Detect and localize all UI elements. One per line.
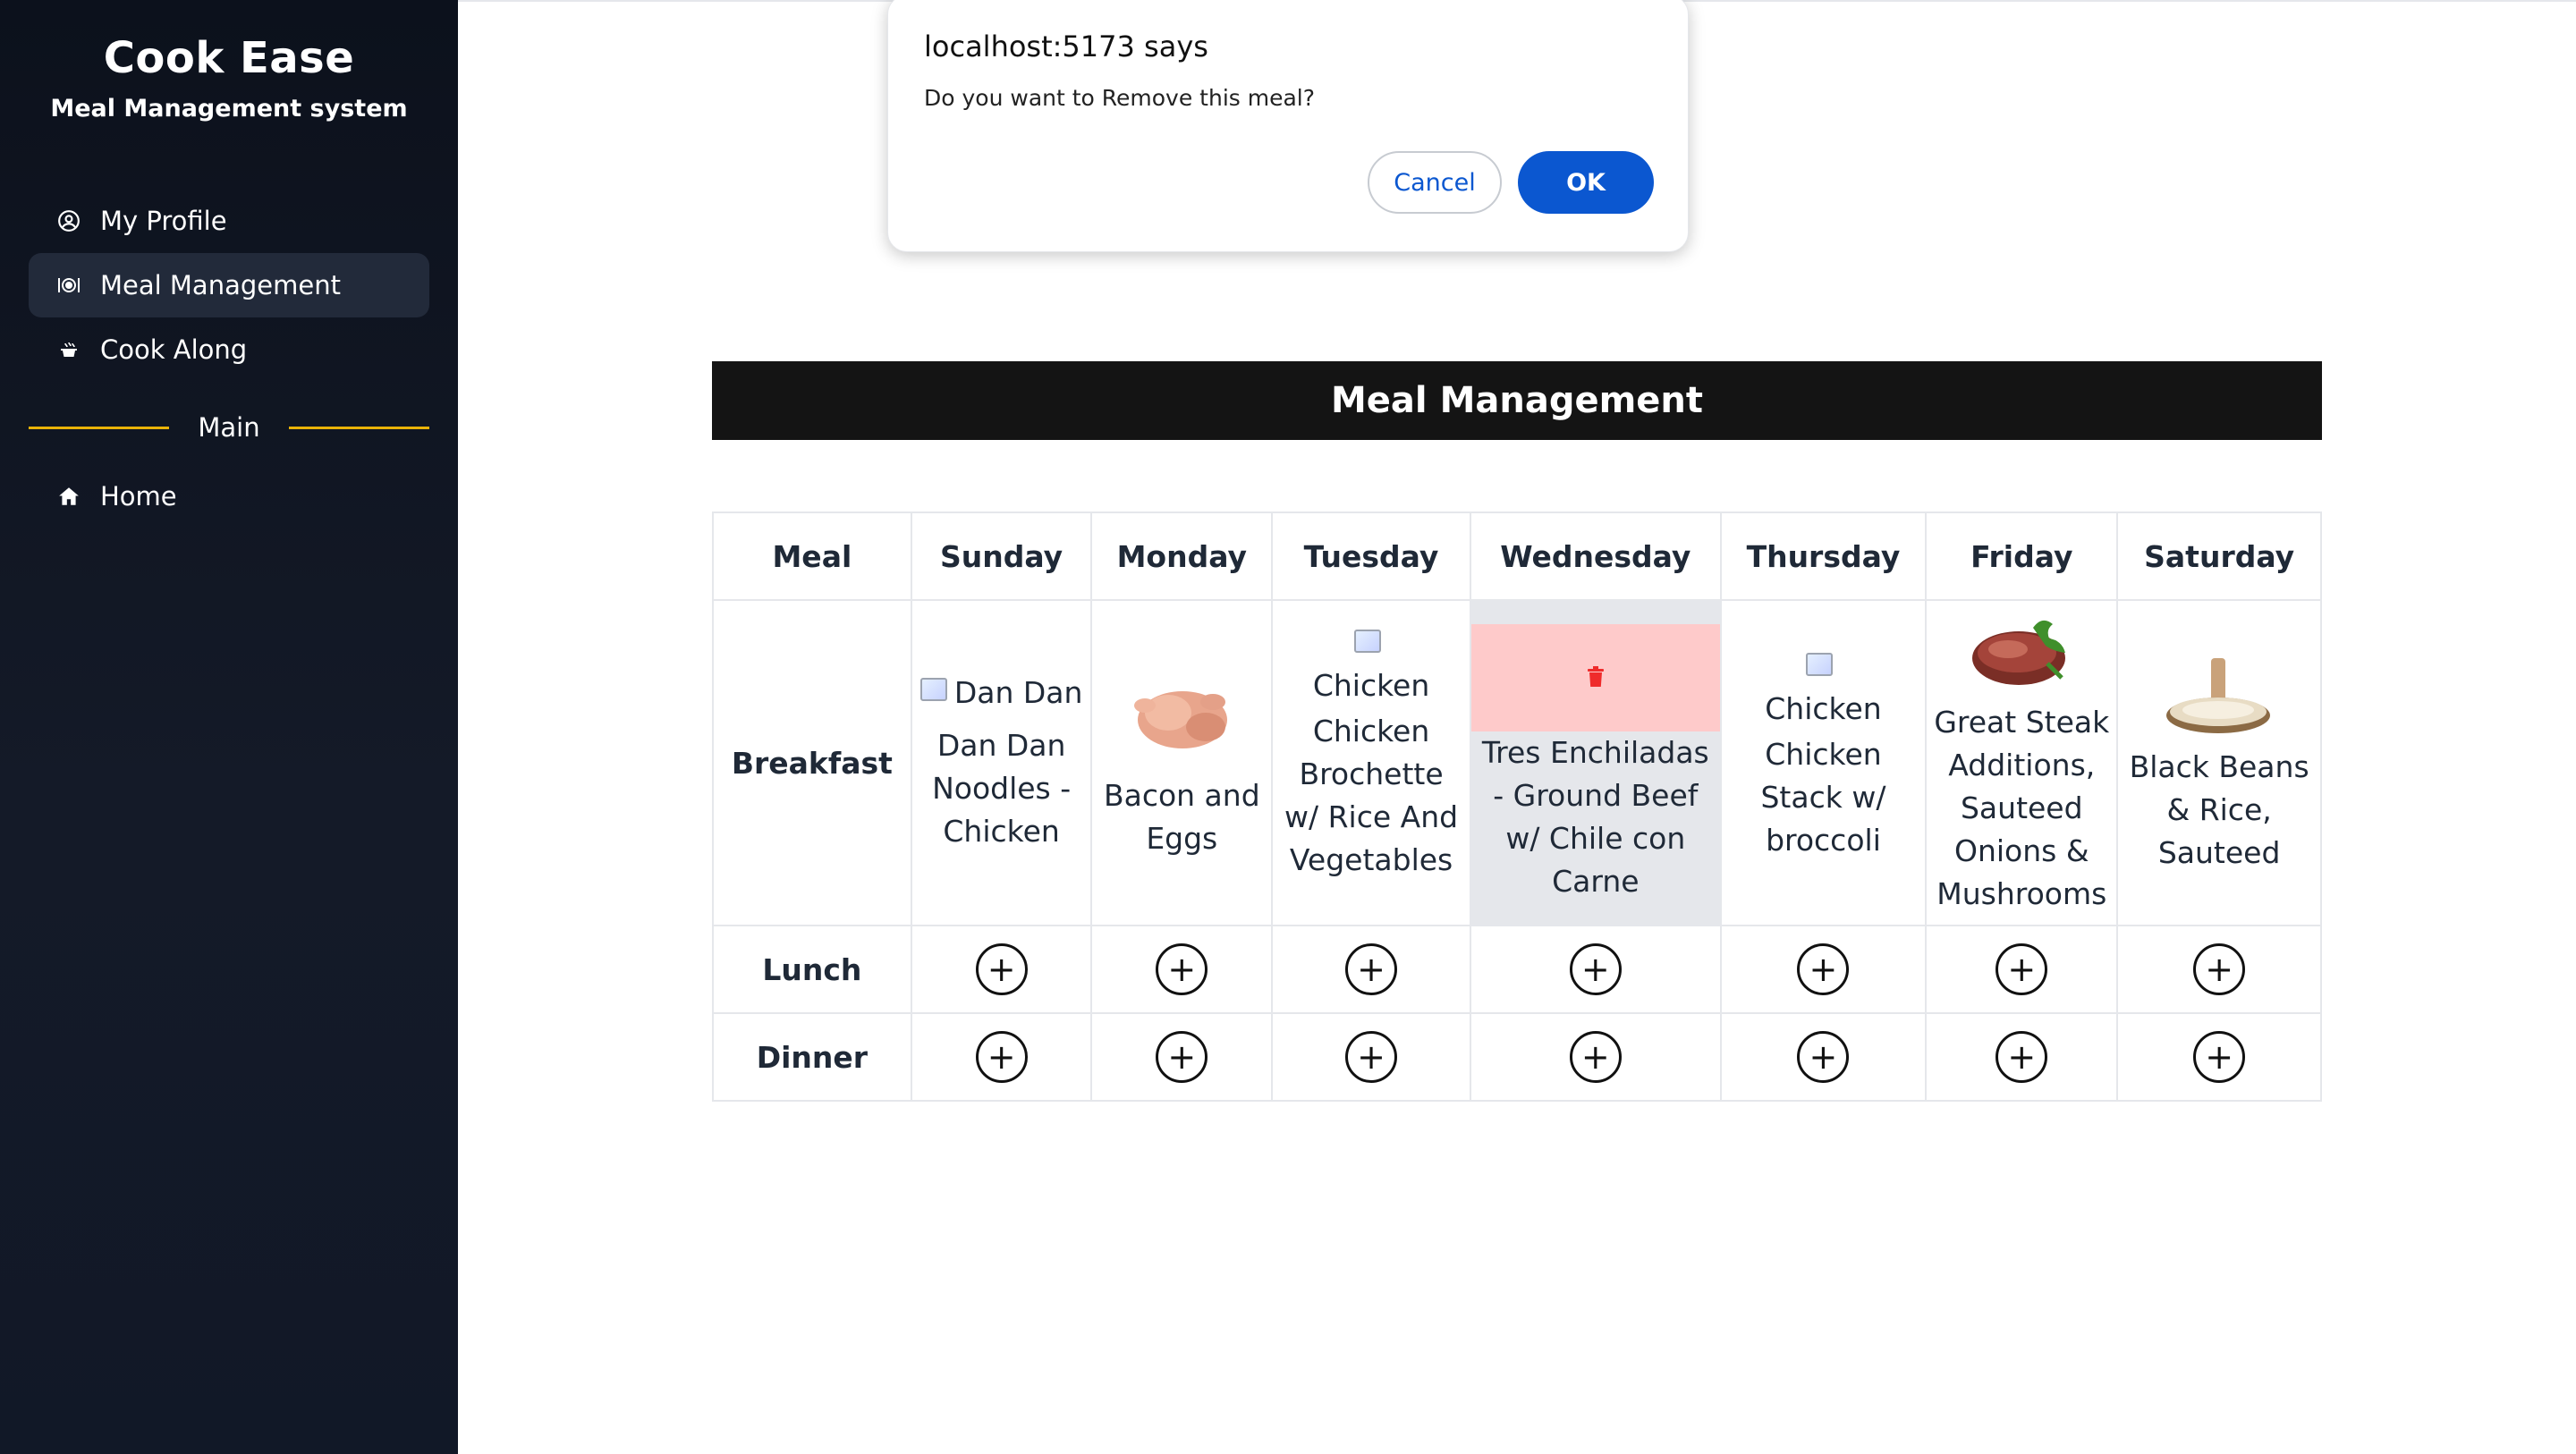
- dinner-cell-tuesday: +: [1271, 1012, 1471, 1102]
- meal-cell-sunday-breakfast[interactable]: Dan Dan Dan Dan Noodles - Chicken: [910, 599, 1093, 926]
- lunch-cell-saturday: +: [2116, 925, 2322, 1014]
- meal-cell-tuesday-breakfast[interactable]: Chicken Brochett Chicken Brochette w/ Ri…: [1271, 599, 1471, 926]
- sidebar-nav: My Profile Meal Management Cook Along: [0, 189, 458, 382]
- lunch-cell-thursday: +: [1719, 925, 1928, 1014]
- meal-plan-table: Meal Sunday Monday Tuesday Wednesday Thu…: [712, 511, 2322, 1102]
- dinner-cell-saturday: +: [2116, 1012, 2322, 1102]
- dialog-title: localhost:5173 says: [924, 30, 1208, 63]
- brand-title: Cook Ease: [103, 33, 355, 83]
- add-meal-button[interactable]: +: [1345, 1031, 1398, 1083]
- row-label-dinner: Dinner: [712, 1012, 912, 1102]
- meal-name: Great Steak Additions, Sauteed Onions & …: [1934, 705, 2110, 911]
- dinner-cell-thursday: +: [1719, 1012, 1928, 1102]
- broken-image-icon: [919, 678, 947, 701]
- sidebar-item-label: Cook Along: [100, 334, 248, 365]
- ok-button[interactable]: OK: [1518, 151, 1654, 214]
- row-label-lunch: Lunch: [712, 925, 912, 1014]
- add-meal-button[interactable]: +: [975, 943, 1028, 995]
- pot-icon: [55, 336, 82, 363]
- dinner-cell-sunday: +: [910, 1012, 1093, 1102]
- add-meal-button[interactable]: +: [1156, 943, 1208, 995]
- row-label-breakfast: Breakfast: [712, 599, 912, 926]
- remove-meal-button[interactable]: [1470, 624, 1720, 731]
- meal-name: Chicken Brochette w/ Rice And Vegetables: [1284, 714, 1459, 877]
- lunch-cell-wednesday: +: [1469, 925, 1722, 1014]
- column-header-sunday: Sunday: [910, 511, 1093, 601]
- add-meal-button[interactable]: +: [1156, 1031, 1208, 1083]
- sidebar-item-label: Meal Management: [100, 270, 341, 300]
- sidebar-main-nav: Home: [0, 464, 458, 528]
- add-meal-button[interactable]: +: [1345, 943, 1398, 995]
- column-header-wednesday: Wednesday: [1469, 511, 1722, 601]
- section-divider: Main: [0, 403, 458, 452]
- lunch-cell-tuesday: +: [1271, 925, 1471, 1014]
- divider-line: [288, 426, 430, 429]
- meal-name: Tres Enchiladas - Ground Beef w/ Chile c…: [1481, 735, 1709, 899]
- brand-subtitle: Meal Management system: [50, 95, 408, 123]
- plate-icon: [55, 272, 82, 299]
- table-header-row: Meal Sunday Monday Tuesday Wednesday Thu…: [712, 511, 2322, 601]
- trash-icon: [1587, 656, 1605, 699]
- table-row-breakfast: Breakfast Dan Dan Dan Dan Noodles - Chic…: [712, 599, 2322, 926]
- meal-cell-saturday-breakfast[interactable]: Black Beans & Rice, Sauteed: [2116, 599, 2322, 926]
- column-header-friday: Friday: [1925, 511, 2119, 601]
- page-title: Meal Management: [712, 361, 2322, 440]
- meal-cell-monday-breakfast[interactable]: Bacon and Eggs: [1090, 599, 1274, 926]
- column-header-meal: Meal: [712, 511, 912, 601]
- add-meal-button[interactable]: +: [2193, 1031, 2246, 1083]
- sidebar-item-home[interactable]: Home: [29, 464, 429, 528]
- column-header-monday: Monday: [1090, 511, 1274, 601]
- divider-line: [29, 426, 170, 429]
- chicken-photo: [1097, 665, 1266, 764]
- dinner-cell-friday: +: [1925, 1012, 2119, 1102]
- add-meal-button[interactable]: +: [1569, 943, 1622, 995]
- add-meal-button[interactable]: +: [1996, 1031, 2048, 1083]
- column-header-tuesday: Tuesday: [1271, 511, 1471, 601]
- meal-cell-friday-breakfast[interactable]: Great Steak Additions, Sauteed Onions & …: [1925, 599, 2119, 926]
- home-icon: [55, 483, 82, 510]
- add-meal-button[interactable]: +: [1569, 1031, 1622, 1083]
- meal-name: Dan Dan Noodles - Chicken: [932, 728, 1072, 849]
- sidebar-item-cook-along[interactable]: Cook Along: [29, 317, 429, 382]
- brand: Cook Ease Meal Management system: [0, 32, 458, 123]
- column-header-saturday: Saturday: [2116, 511, 2322, 601]
- cancel-button[interactable]: Cancel: [1368, 151, 1502, 214]
- meal-image-broken: Dan Dan: [918, 672, 1086, 714]
- sidebar-item-label: Home: [100, 481, 177, 511]
- broken-image-icon: [1354, 630, 1382, 653]
- meal-name: Black Beans & Rice, Sauteed: [2129, 749, 2309, 870]
- sidebar-item-label: My Profile: [100, 206, 227, 236]
- dinner-cell-wednesday: +: [1469, 1012, 1722, 1102]
- sidebar-item-my-profile[interactable]: My Profile: [29, 189, 429, 253]
- meal-image-broken: Chicken Brochett: [1278, 624, 1464, 710]
- add-meal-button[interactable]: +: [1797, 1031, 1850, 1083]
- add-meal-button[interactable]: +: [1996, 943, 2048, 995]
- broken-image-icon: [1806, 653, 1834, 676]
- rice-bowl-photo: [2123, 651, 2315, 740]
- sidebar-item-meal-management[interactable]: Meal Management: [29, 253, 429, 317]
- dinner-cell-monday: +: [1090, 1012, 1274, 1102]
- column-header-thursday: Thursday: [1719, 511, 1928, 601]
- lunch-cell-friday: +: [1925, 925, 2119, 1014]
- sidebar: Cook Ease Meal Management system My Prof…: [0, 0, 458, 1454]
- steak-photo: [1932, 610, 2111, 696]
- dialog-message: Do you want to Remove this meal?: [924, 85, 1316, 111]
- lunch-cell-sunday: +: [910, 925, 1093, 1014]
- user-circle-icon: [55, 207, 82, 234]
- table-row-dinner: Dinner + + + + + + +: [712, 1012, 2322, 1102]
- table-row-lunch: Lunch + + + + + + +: [712, 925, 2322, 1014]
- meal-image-broken: Chicken Stack w/: [1727, 647, 1920, 733]
- add-meal-button[interactable]: +: [2193, 943, 2246, 995]
- meal-cell-wednesday-breakfast[interactable]: Tres Enchiladas - Ground Beef w/ Chile c…: [1469, 599, 1722, 926]
- meal-cell-thursday-breakfast[interactable]: Chicken Stack w/ Chicken Stack w/ brocco…: [1719, 599, 1928, 926]
- lunch-cell-monday: +: [1090, 925, 1274, 1014]
- confirm-dialog: localhost:5173 says Do you want to Remov…: [887, 0, 1689, 252]
- meal-name: Chicken Stack w/ broccoli: [1760, 737, 1886, 858]
- add-meal-button[interactable]: +: [975, 1031, 1028, 1083]
- meal-name: Bacon and Eggs: [1103, 778, 1260, 856]
- add-meal-button[interactable]: +: [1797, 943, 1850, 995]
- section-label: Main: [198, 412, 260, 443]
